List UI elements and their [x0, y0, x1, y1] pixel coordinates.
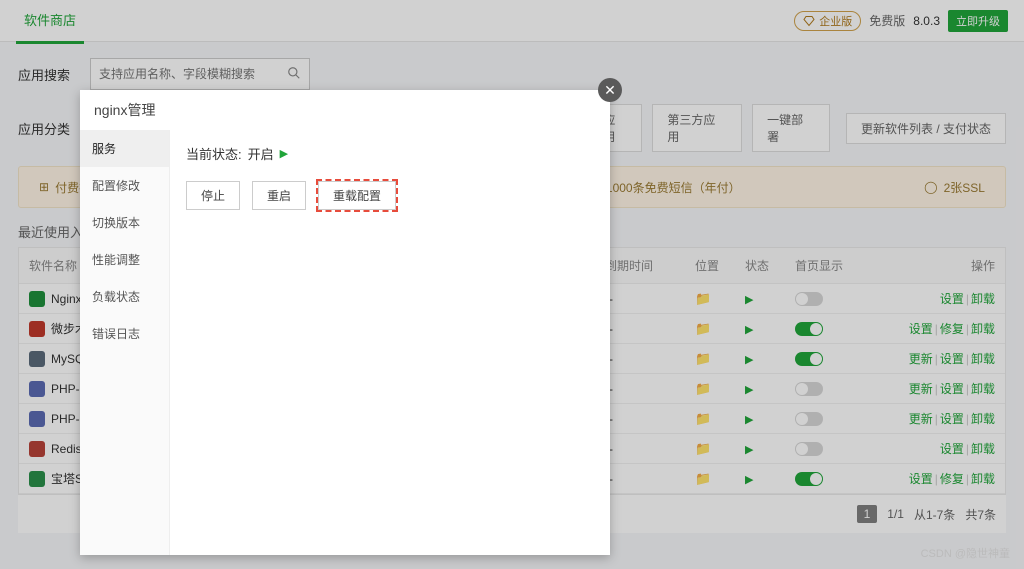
restart-button[interactable]: 重启	[252, 181, 306, 210]
modal-mask[interactable]: ✕ nginx管理 服务配置修改切换版本性能调整负载状态错误日志 当前状态: 开…	[0, 0, 1024, 569]
modal-sidebar: 服务配置修改切换版本性能调整负载状态错误日志	[80, 130, 170, 555]
close-icon[interactable]: ✕	[598, 78, 622, 102]
reload-config-button[interactable]: 重载配置	[318, 181, 396, 210]
nginx-modal: ✕ nginx管理 服务配置修改切换版本性能调整负载状态错误日志 当前状态: 开…	[80, 90, 610, 555]
state-value: 开启	[248, 144, 274, 163]
watermark: CSDN @隐世神童	[921, 545, 1010, 561]
modal-side-item[interactable]: 性能调整	[80, 241, 169, 278]
state-label: 当前状态:	[186, 144, 242, 163]
modal-side-item[interactable]: 负载状态	[80, 278, 169, 315]
stop-button[interactable]: 停止	[186, 181, 240, 210]
modal-title: nginx管理	[80, 90, 610, 130]
modal-side-item[interactable]: 服务	[80, 130, 169, 167]
play-icon: ▶	[280, 147, 288, 160]
modal-side-item[interactable]: 错误日志	[80, 315, 169, 352]
modal-side-item[interactable]: 切换版本	[80, 204, 169, 241]
modal-side-item[interactable]: 配置修改	[80, 167, 169, 204]
